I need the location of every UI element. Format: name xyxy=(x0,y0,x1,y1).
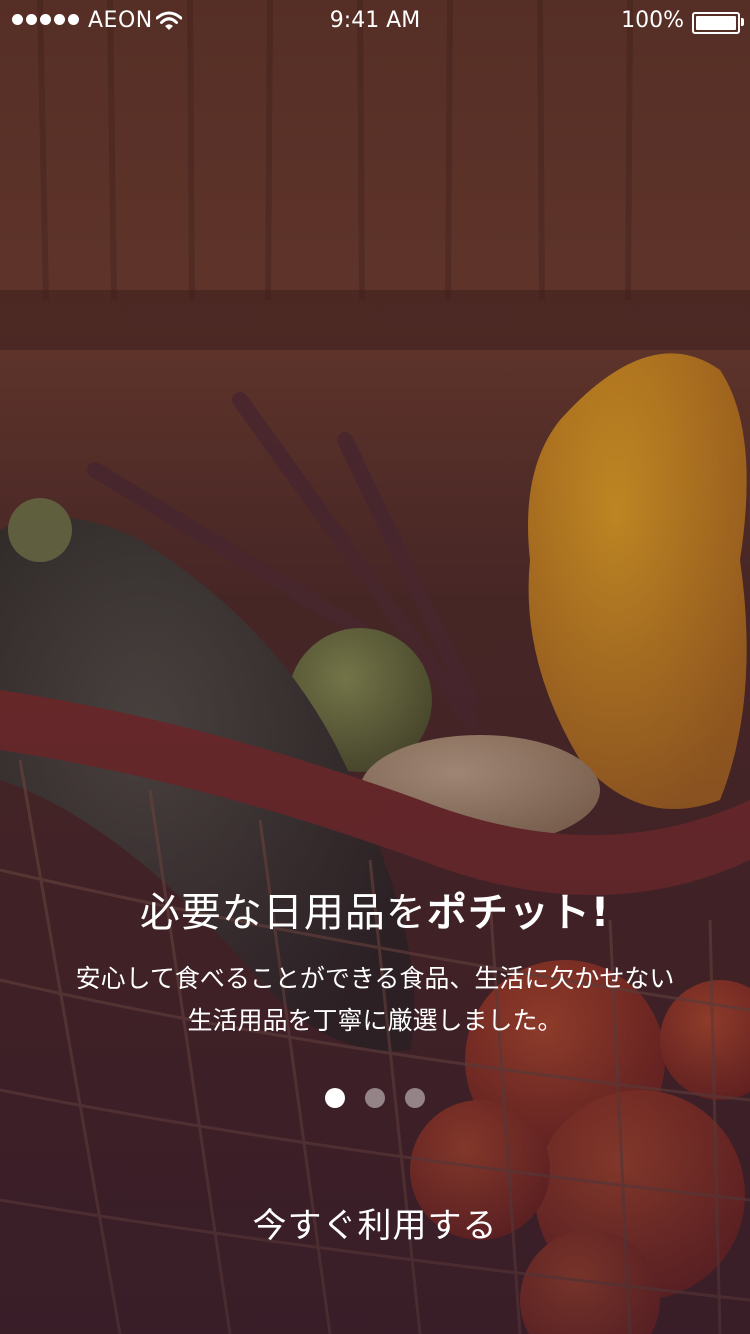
battery-percentage: 100% xyxy=(621,8,684,33)
title-normal-text: 必要な日用品を xyxy=(139,890,427,936)
description-line-2: 生活用品を丁寧に厳選しました。 xyxy=(187,1006,563,1035)
page-dot-1[interactable] xyxy=(325,1088,345,1108)
onboarding-title: 必要な日用品をポチット! xyxy=(0,880,750,938)
dark-gradient-overlay xyxy=(0,0,750,1334)
description-line-1: 安心して食べることができる食品、生活に欠かせない xyxy=(75,964,675,993)
battery-icon xyxy=(692,12,744,34)
title-bold-text: ポチット! xyxy=(426,890,611,936)
status-bar: AEON 9:41 AM 100% xyxy=(0,0,750,44)
start-now-button[interactable]: 今すぐ利用する xyxy=(175,1196,575,1256)
onboarding-description: 安心して食べることができる食品、生活に欠かせない 生活用品を丁寧に厳選しました。 xyxy=(0,958,750,1042)
page-indicator[interactable] xyxy=(0,1088,750,1108)
page-dot-3[interactable] xyxy=(405,1088,425,1108)
page-dot-2[interactable] xyxy=(365,1088,385,1108)
